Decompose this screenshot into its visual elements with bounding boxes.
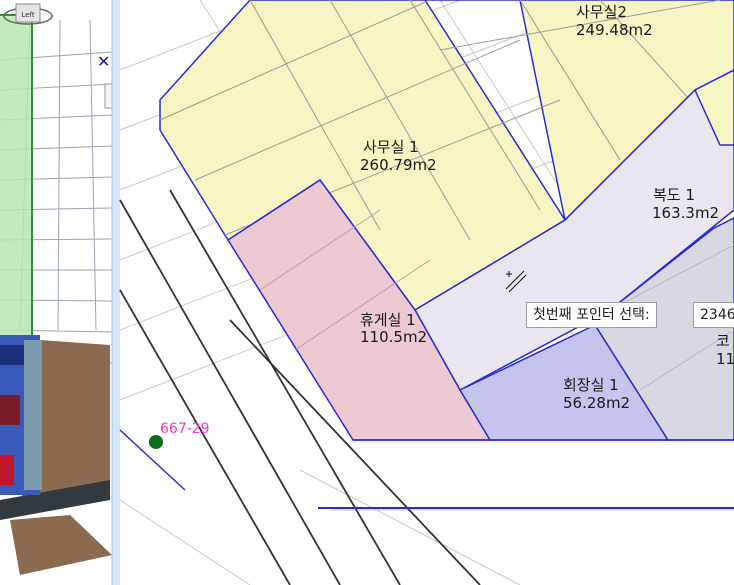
- room-label-area: 56.28m2: [563, 394, 630, 412]
- room-label-name: 코: [716, 332, 730, 350]
- room-label-name: 회장실 1: [563, 376, 619, 394]
- room-label-name: 복도 1: [653, 186, 695, 204]
- viewcube-label: Left: [21, 11, 34, 19]
- room-label-area: 163.3m2: [652, 204, 719, 222]
- parcel-label: 667-29: [160, 421, 210, 437]
- room-label-area: 11: [716, 350, 734, 368]
- close-icon[interactable]: ✕: [97, 52, 110, 71]
- room-label-name: 사무실2: [576, 3, 627, 21]
- parcel-point-marker[interactable]: [149, 435, 163, 449]
- coordinate-input[interactable]: 2346: [693, 302, 734, 328]
- command-prompt-tooltip: 첫번째 포인터 선택:: [526, 302, 657, 328]
- room-label-name: 사무실 1: [363, 138, 419, 156]
- room-label-name: 휴게실 1: [360, 311, 416, 329]
- plan-view-pane[interactable]: 사무실2 249.48m2 사무실 1 260.79m2 복도 1 163.3m…: [119, 0, 734, 585]
- room-label-area: 249.48m2: [576, 21, 653, 39]
- pane-tab[interactable]: [104, 83, 113, 109]
- 3d-view-pane[interactable]: Left ✕: [0, 0, 113, 585]
- building-tower: [0, 15, 32, 335]
- room-label-area: 260.79m2: [360, 156, 437, 174]
- drawing-canvas[interactable]: Left ✕ 사무실2 249.48m2 사무실 1 260.79m2 복도 1…: [0, 0, 734, 585]
- room-label-area: 110.5m2: [360, 328, 427, 346]
- pane-splitter[interactable]: [112, 0, 120, 585]
